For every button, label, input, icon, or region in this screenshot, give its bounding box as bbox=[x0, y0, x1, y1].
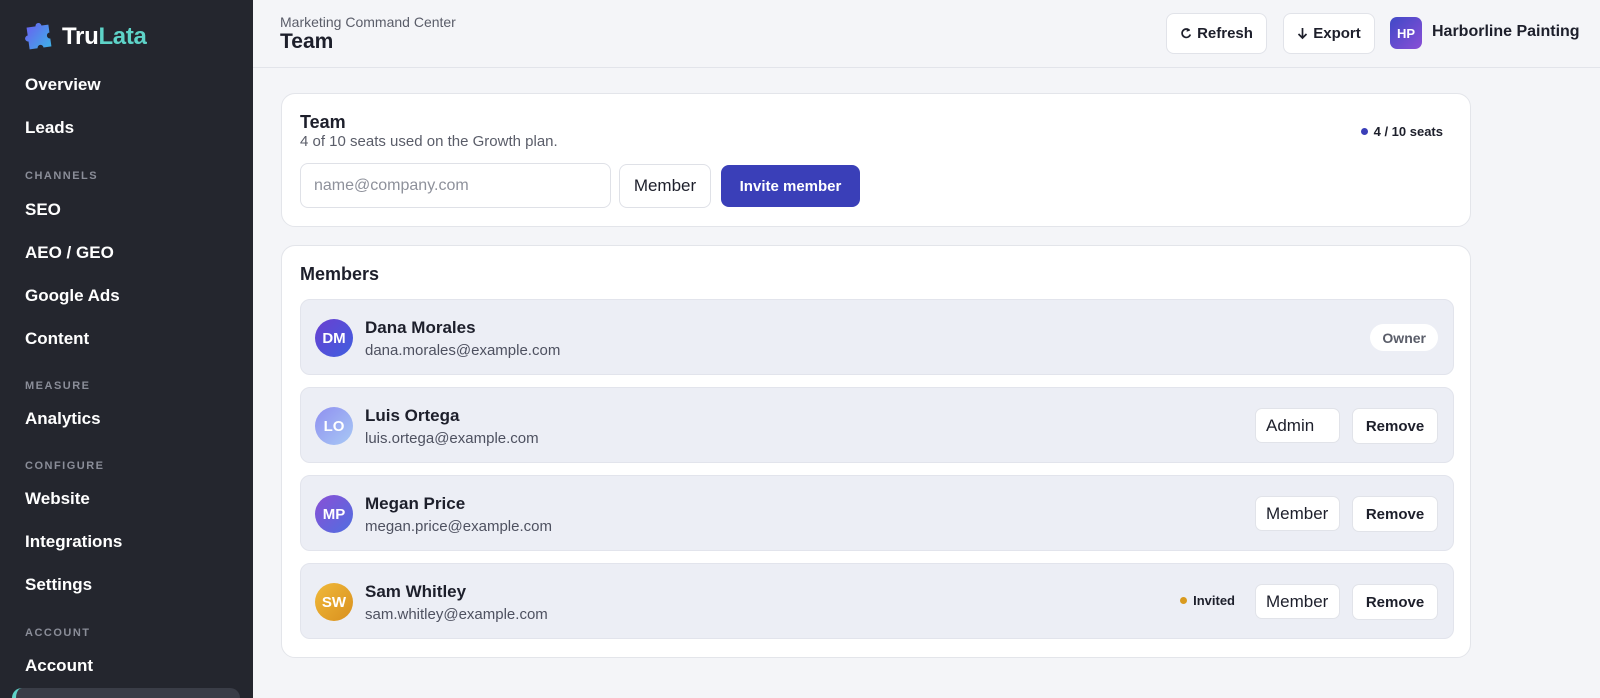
status-dot bbox=[1360, 128, 1368, 135]
sidebar-item-account[interactable]: Account bbox=[25, 656, 93, 676]
owner-badge: Owner bbox=[1370, 324, 1438, 351]
seats-badge-label: 4 / 10 seats bbox=[1373, 124, 1443, 139]
member-email: luis.ortega@example.com bbox=[365, 430, 539, 447]
member-row: LO Luis Ortega luis.ortega@example.com A… bbox=[300, 387, 1454, 463]
sidebar: TruLata Overview Leads CHANNELS SEO AEO … bbox=[0, 0, 253, 698]
sidebar-item-integrations[interactable]: Integrations bbox=[25, 532, 122, 552]
invite-member-button[interactable]: Invite member bbox=[721, 165, 860, 207]
breadcrumb: Marketing Command Center bbox=[280, 14, 456, 30]
seats-badge: 4 / 10 seats bbox=[1360, 124, 1443, 139]
export-label: Export bbox=[1313, 25, 1361, 42]
sidebar-active-item[interactable] bbox=[12, 688, 240, 698]
remove-member-button[interactable]: Remove bbox=[1352, 584, 1438, 620]
remove-member-button[interactable]: Remove bbox=[1352, 496, 1438, 532]
sidebar-section-account: ACCOUNT bbox=[25, 627, 91, 639]
member-email: dana.morales@example.com bbox=[365, 342, 561, 359]
member-role-select[interactable]: Member bbox=[1255, 584, 1340, 619]
invited-label: Invited bbox=[1193, 593, 1235, 608]
sidebar-item-overview[interactable]: Overview bbox=[25, 75, 101, 95]
puzzle-logo-icon bbox=[25, 22, 52, 50]
member-role-select[interactable]: Admin bbox=[1255, 408, 1340, 443]
brand[interactable]: TruLata bbox=[24, 22, 147, 52]
sidebar-item-settings[interactable]: Settings bbox=[25, 575, 92, 595]
invite-role-select[interactable]: Member bbox=[619, 164, 711, 208]
sidebar-item-analytics[interactable]: Analytics bbox=[25, 409, 101, 429]
remove-member-button[interactable]: Remove bbox=[1352, 408, 1438, 444]
email-field[interactable] bbox=[300, 163, 611, 208]
member-name: Luis Ortega bbox=[365, 406, 460, 425]
top-bar: Marketing Command Center Team Refresh Ex… bbox=[253, 0, 1600, 68]
refresh-icon bbox=[1181, 28, 1192, 39]
member-email: sam.whitley@example.com bbox=[365, 606, 548, 623]
sidebar-section-channels: CHANNELS bbox=[25, 170, 99, 182]
export-button[interactable]: Export bbox=[1283, 13, 1375, 54]
avatar: SW bbox=[315, 583, 353, 621]
org-name[interactable]: Harborline Painting bbox=[1432, 23, 1580, 41]
avatar: MP bbox=[315, 495, 353, 533]
member-name: Megan Price bbox=[365, 494, 466, 513]
members-card: Members DM Dana Morales dana.morales@exa… bbox=[281, 245, 1471, 658]
member-name: Dana Morales bbox=[365, 318, 476, 337]
members-title: Members bbox=[300, 264, 380, 284]
brand-name: TruLata bbox=[62, 23, 147, 50]
sidebar-section-configure: CONFIGURE bbox=[25, 460, 105, 472]
member-row: DM Dana Morales dana.morales@example.com… bbox=[300, 299, 1454, 375]
arrow-down-icon bbox=[1298, 28, 1308, 40]
org-avatar[interactable]: HP bbox=[1390, 17, 1422, 49]
page-title: Team bbox=[280, 30, 334, 53]
sidebar-item-website[interactable]: Website bbox=[25, 489, 90, 509]
invite-card: Team 4 of 10 seats used on the Growth pl… bbox=[281, 93, 1471, 227]
sidebar-item-content[interactable]: Content bbox=[25, 329, 89, 349]
member-email: megan.price@example.com bbox=[365, 518, 552, 535]
member-role-select[interactable]: Member bbox=[1255, 496, 1340, 531]
refresh-button[interactable]: Refresh bbox=[1166, 13, 1267, 54]
invite-card-title: Team bbox=[300, 112, 346, 132]
invited-status: Invited bbox=[1180, 593, 1235, 608]
seats-summary: 4 of 10 seats used on the Growth plan. bbox=[300, 133, 558, 150]
member-row: SW Sam Whitley sam.whitley@example.com I… bbox=[300, 563, 1454, 639]
avatar: DM bbox=[315, 319, 353, 357]
member-row: MP Megan Price megan.price@example.com M… bbox=[300, 475, 1454, 551]
sidebar-section-measure: MEASURE bbox=[25, 380, 91, 392]
avatar: LO bbox=[315, 407, 353, 445]
refresh-label: Refresh bbox=[1197, 25, 1253, 42]
member-name: Sam Whitley bbox=[365, 582, 467, 601]
status-dot bbox=[1180, 597, 1188, 604]
sidebar-item-google-ads[interactable]: Google Ads bbox=[25, 286, 120, 306]
sidebar-item-aeo-geo[interactable]: AEO / GEO bbox=[25, 243, 114, 263]
sidebar-item-seo[interactable]: SEO bbox=[25, 200, 61, 220]
sidebar-item-leads[interactable]: Leads bbox=[25, 118, 74, 138]
